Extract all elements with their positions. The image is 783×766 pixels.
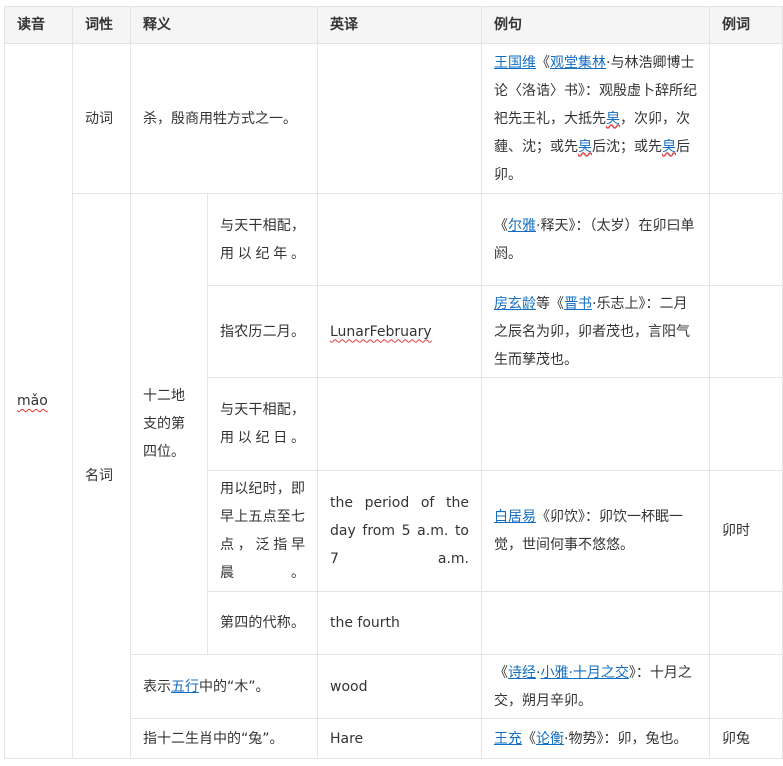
sub-meaning: 第四的代称。 [207,591,318,655]
example-cell: 王充《论衡·物势》：卯，兔也。 [481,718,710,759]
english-cell [317,377,482,471]
sub-meaning: 用以纪时，即早上五点至七点，泛指早晨。 [207,470,318,592]
pos-verb: 动词 [72,43,131,194]
header-pos: 词性 [72,6,131,44]
table-row: mǎo 动词 杀，殷商用牲方式之一。 王国维《观堂集林·与林浩卿博士论〈洛诰〉书… [4,43,783,759]
rare-char: 㚖 [606,110,620,127]
header-meaning: 释义 [130,6,318,44]
word-cell [709,654,783,719]
header-english: 英译 [317,6,482,44]
english-cell: LunarFebruary [317,285,482,378]
work-link[interactable]: 论衡 [536,731,564,747]
example-cell: 白居易《卯饮》：卯饮一杯眠一觉，世间何事不悠悠。 [481,470,710,592]
author-link[interactable]: 王充 [494,731,522,747]
example-verb: 王国维《观堂集林·与林浩卿博士论〈洛诰〉书》：观殷虚卜辞所纪祀先王礼，大抵先㚖，… [481,43,710,194]
sub-meaning: 与天干相配，用以纪日。 [207,377,318,471]
author-link[interactable]: 白居易 [494,509,536,525]
branch-meaning: 十二地支的第四位。 [130,193,208,655]
meaning-wuxing: 表示五行中的“木”。 [130,654,318,719]
reading-text: mǎo [17,393,48,409]
english-cell: Hare [317,718,482,759]
table-row: 名词 十二地支的第四位。 与天干相配，用以纪年。 《尔雅·释天》：（太岁）在卯曰… [5,193,783,759]
reading-cell: mǎo [4,43,73,759]
sub-meaning: 与天干相配，用以纪年。 [207,193,318,286]
wuxing-link[interactable]: 五行 [171,679,199,695]
english-cell: the period of the day from 5 a.m. to 7 a… [317,470,482,592]
english-cell: the fourth [317,591,482,655]
rare-char: 㚖 [662,138,676,155]
header-reading: 读音 [4,6,73,44]
work-link[interactable]: 观堂集林 [550,55,606,71]
word-cell [709,377,783,471]
example-cell: 房玄龄等《晋书·乐志上》：二月之辰名为卯，卯者茂也，言阳气生而孳茂也。 [481,285,710,378]
word-verb [709,43,783,194]
rare-char: 㚖 [578,138,592,155]
author-link[interactable]: 王国维 [494,55,536,71]
example-cell [481,591,710,655]
english-verb [317,43,482,194]
work-link[interactable]: 晋书 [564,296,592,312]
example-cell: 《诗经·小雅·十月之交》：十月之交，朔月辛卯。 [481,654,710,719]
word-cell: 卯时 [709,470,783,592]
example-cell [481,377,710,471]
dictionary-table: 读音 词性 释义 英译 例句 例词 mǎo 动词 杀，殷商用牲方式之一。 王国维… [4,6,783,759]
work-link[interactable]: 诗经 [508,665,536,681]
word-cell [709,591,783,655]
english-cell [317,193,482,286]
meaning-verb: 杀，殷商用牲方式之一。 [130,43,318,194]
work-link[interactable]: 尔雅 [508,218,536,234]
sub-meaning: 指农历二月。 [207,285,318,378]
header-row: 读音 词性 释义 英译 例句 例词 [4,6,783,44]
word-cell [709,285,783,378]
header-example: 例句 [481,6,710,44]
author-link[interactable]: 房玄龄 [494,296,536,312]
meaning-zodiac: 指十二生肖中的“兔”。 [130,718,318,759]
word-cell [709,193,783,286]
header-word: 例词 [709,6,783,44]
pos-noun: 名词 [72,193,131,759]
english-cell: wood [317,654,482,719]
work-link[interactable]: 小雅·十月之交 [540,665,628,681]
word-cell: 卯兔 [709,718,783,759]
example-cell: 《尔雅·释天》：（太岁）在卯曰单阏。 [481,193,710,286]
